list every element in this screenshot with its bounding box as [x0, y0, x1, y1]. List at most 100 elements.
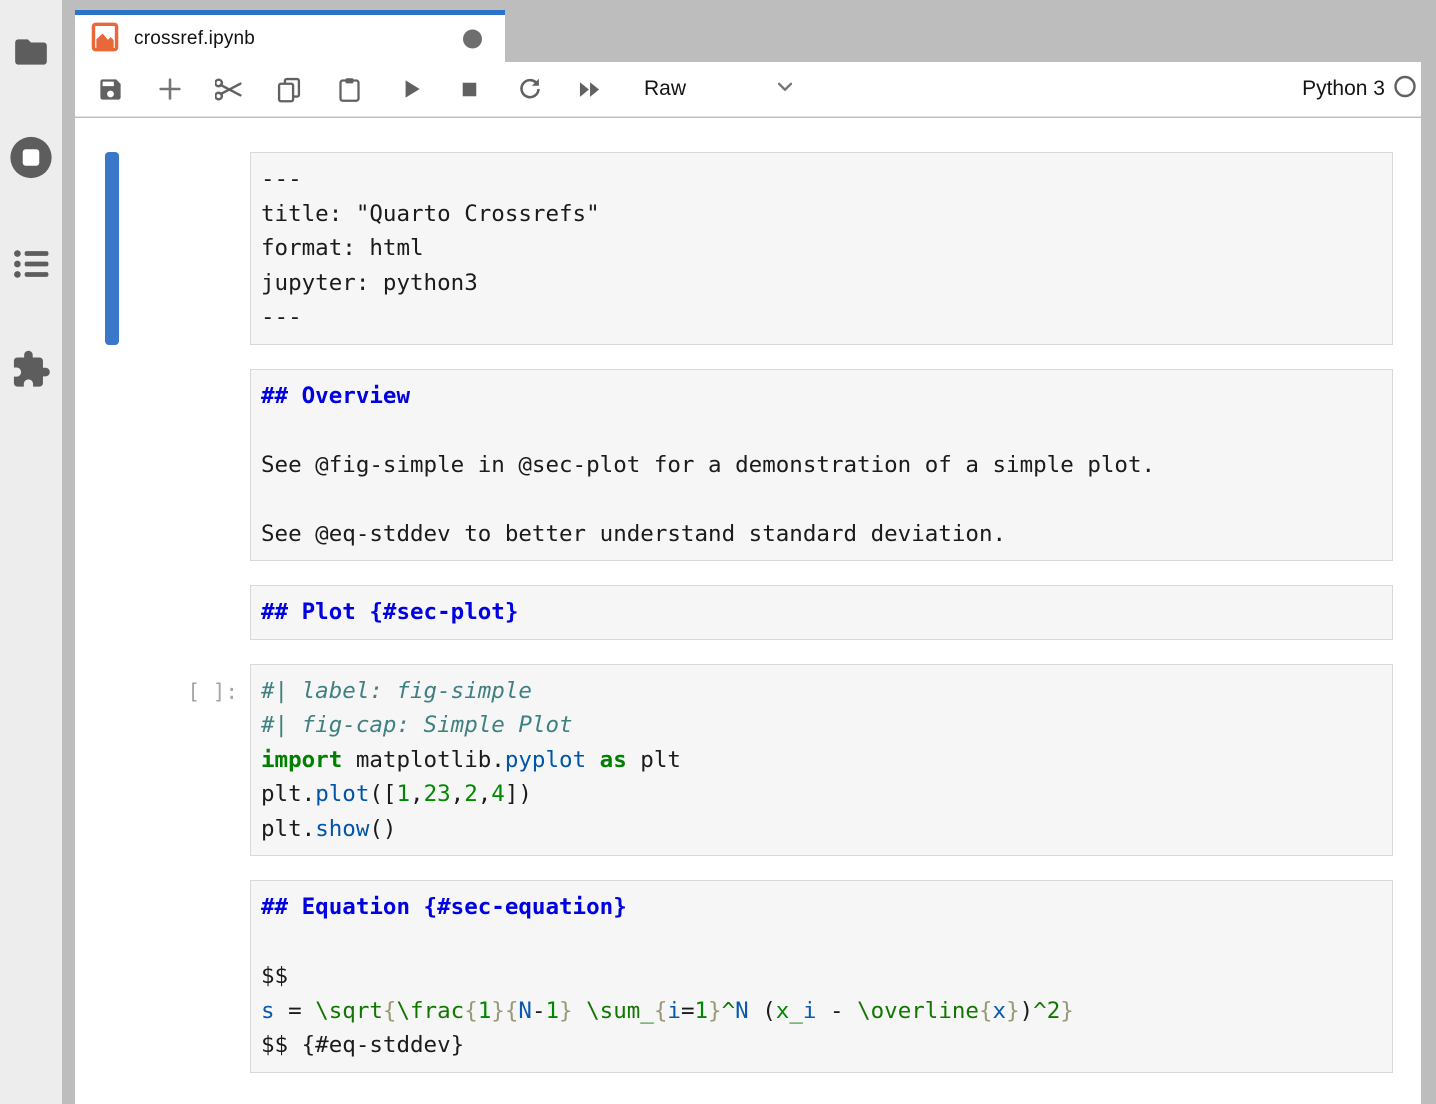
token: =: [681, 998, 695, 1024]
token: ([: [369, 781, 396, 807]
unsaved-changes-indicator[interactable]: [463, 30, 482, 49]
token: \sqrt: [315, 998, 383, 1024]
tab-title: crossref.ipynb: [134, 28, 255, 50]
cell-editor[interactable]: #| label: fig-simple #| fig-cap: Simple P…: [250, 664, 1393, 857]
notebook-tab[interactable]: crossref.ipynb: [75, 10, 505, 63]
cell-collapser[interactable]: [105, 664, 119, 857]
token: {: [979, 998, 993, 1024]
token: ]): [505, 781, 532, 807]
cell-collapser[interactable]: [105, 152, 119, 345]
code-line: [261, 413, 1382, 448]
token: (): [369, 816, 396, 842]
restart-kernel-button[interactable]: [513, 72, 547, 106]
cell-collapser[interactable]: [105, 880, 119, 1073]
token: plt.: [261, 816, 315, 842]
code-line: import matplotlib.pyplot as plt: [261, 743, 1382, 778]
run-cell-button[interactable]: [394, 72, 428, 106]
token: {: [464, 998, 478, 1024]
token: -: [532, 998, 546, 1024]
token: ,: [410, 781, 424, 807]
code-line: ---: [261, 300, 1382, 335]
copy-cells-button[interactable]: [272, 72, 306, 106]
code-line: format: html: [261, 231, 1382, 266]
token: i: [803, 998, 817, 1024]
token: =: [275, 998, 316, 1024]
code-line: [261, 482, 1382, 517]
insert-cell-button[interactable]: [153, 72, 187, 106]
token: }: [559, 998, 573, 1024]
notebook-area[interactable]: ---title: "Quarto Crossrefs"format: html…: [75, 118, 1421, 1104]
token: 1: [396, 781, 410, 807]
token: pyplot: [505, 747, 586, 773]
paste-cells-button[interactable]: [332, 72, 366, 106]
raw-cell[interactable]: ---title: "Quarto Crossrefs"format: html…: [75, 152, 1421, 345]
token: {: [383, 998, 397, 1024]
code-line: jupyter: python3: [261, 266, 1382, 301]
cell-list: ---title: "Quarto Crossrefs"format: html…: [75, 152, 1421, 1073]
token: ## Overview: [261, 383, 410, 409]
code-line: s = \sqrt{\frac{1}{N-1} \sum_{i=1}^N (x_…: [261, 994, 1382, 1029]
token: {: [505, 998, 519, 1024]
cell-editor[interactable]: ## Overview See @fig-simple in @sec-plot…: [250, 369, 1393, 562]
code-line: See @fig-simple in @sec-plot for a demon…: [261, 448, 1382, 483]
code-line: #| fig-cap: Simple Plot: [261, 708, 1382, 743]
cell-collapser[interactable]: [105, 369, 119, 562]
token: as: [600, 747, 627, 773]
token: 1: [545, 998, 559, 1024]
cell-execution-prompt: [119, 585, 250, 640]
token: i: [667, 998, 681, 1024]
token: ^2: [1033, 998, 1060, 1024]
chevron-down-icon[interactable]: [772, 74, 798, 105]
cell-editor[interactable]: ## Equation {#sec-equation} $$s = \sqrt{…: [250, 880, 1393, 1073]
code-line: title: "Quarto Crossrefs": [261, 197, 1382, 232]
token: #| label: fig-simple: [261, 678, 532, 704]
token: s: [261, 998, 275, 1024]
token: -: [816, 998, 857, 1024]
main-panel: crossref.ipynb: [75, 0, 1421, 1104]
code-line: See @eq-stddev to better understand stan…: [261, 517, 1382, 552]
markdown-cell[interactable]: ## Overview See @fig-simple in @sec-plot…: [75, 369, 1421, 562]
token: \overline: [857, 998, 979, 1024]
interrupt-kernel-button[interactable]: [452, 72, 486, 106]
token: #| fig-cap: Simple Plot: [261, 712, 573, 738]
cell-collapser[interactable]: [105, 585, 119, 640]
token: }: [708, 998, 722, 1024]
token: [573, 998, 587, 1024]
running-kernels-icon[interactable]: [9, 135, 54, 185]
tab-bar: crossref.ipynb: [75, 0, 1421, 62]
token: _: [789, 998, 803, 1024]
token: }: [1060, 998, 1074, 1024]
activity-sidebar: [0, 0, 62, 1104]
file-browser-icon[interactable]: [11, 33, 51, 76]
token: N: [518, 998, 532, 1024]
kernel-status-icon[interactable]: [1393, 75, 1417, 104]
code-line: $$ {#eq-stddev}: [261, 1028, 1382, 1063]
cell-type-dropdown[interactable]: Raw: [644, 77, 686, 101]
token: ## Plot {#sec-plot}: [261, 599, 518, 625]
token: ## Equation {#sec-equation}: [261, 894, 627, 920]
markdown-cell[interactable]: ## Equation {#sec-equation} $$s = \sqrt{…: [75, 880, 1421, 1073]
token: }: [1006, 998, 1020, 1024]
code-line: plt.show(): [261, 812, 1382, 847]
token: ,: [451, 781, 465, 807]
table-of-contents-icon[interactable]: [12, 245, 50, 288]
code-cell[interactable]: [ ]:#| label: fig-simple#| fig-cap: Simp…: [75, 664, 1421, 857]
kernel-name[interactable]: Python 3: [1302, 77, 1385, 101]
code-line: ---: [261, 162, 1382, 197]
markdown-cell[interactable]: ## Plot {#sec-plot}: [75, 585, 1421, 640]
token: matplotlib.: [342, 747, 505, 773]
code-line: plt.plot([1,23,2,4]): [261, 777, 1382, 812]
token: ,: [478, 781, 492, 807]
code-line: ## Overview: [261, 379, 1382, 414]
restart-run-all-button[interactable]: [572, 72, 606, 106]
extensions-icon[interactable]: [11, 349, 52, 395]
cut-cells-button[interactable]: [212, 72, 246, 106]
save-button[interactable]: [93, 72, 127, 106]
token: 1: [478, 998, 492, 1024]
cell-editor[interactable]: ## Plot {#sec-plot}: [250, 585, 1393, 640]
cell-execution-prompt: [119, 880, 250, 1073]
token: ): [1020, 998, 1034, 1024]
cell-execution-prompt: [119, 152, 250, 345]
token: show: [315, 816, 369, 842]
cell-editor[interactable]: ---title: "Quarto Crossrefs"format: html…: [250, 152, 1393, 345]
